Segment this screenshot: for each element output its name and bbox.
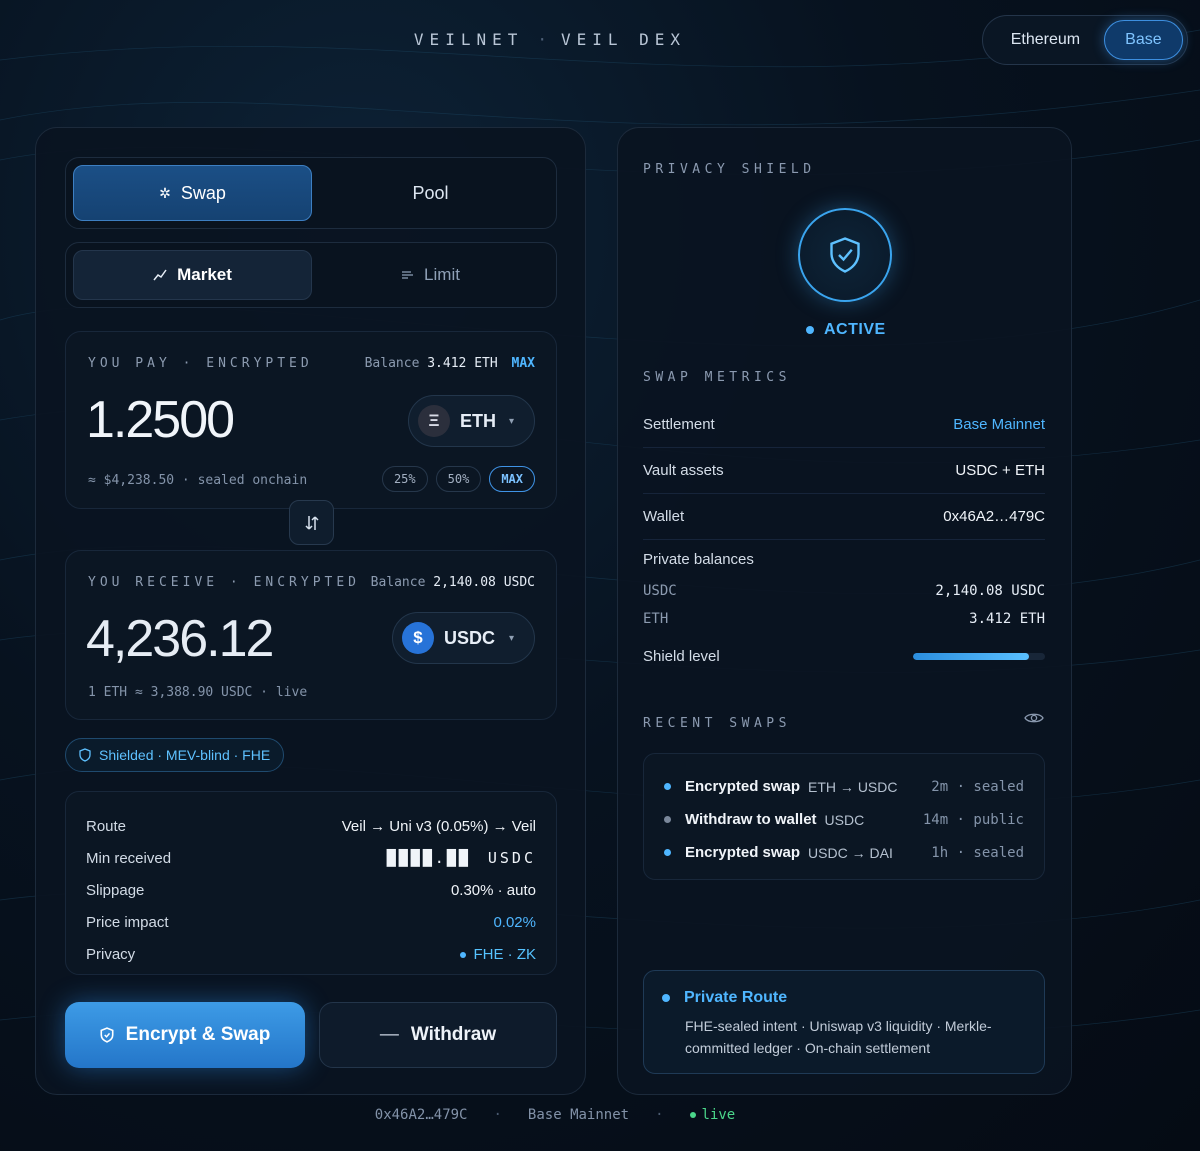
brand-product: VEIL DEX (561, 30, 687, 49)
chevron-down-icon: ▾ (508, 632, 514, 644)
network-switcher: Ethereum Base (982, 15, 1188, 65)
percent-buttons: 25% 50% MAX (381, 466, 535, 492)
recent-swaps-list: Encrypted swap ETH → USDC 2m · sealed Wi… (643, 753, 1045, 880)
status-dot (662, 994, 670, 1002)
list-item[interactable]: Encrypted swap ETH → USDC 2m · sealed (664, 770, 1024, 803)
withdraw-button[interactable]: — Withdraw (319, 1002, 557, 1068)
pay-balance: Balance 3.412 ETH MAX (364, 356, 535, 371)
recent-swaps-title: RECENT SWAPS (643, 716, 791, 731)
footer-network: Base Mainnet (527, 1107, 630, 1123)
list-icon (402, 271, 414, 279)
status-footer: 0x46A2…479C · Base Mainnet · live (374, 1107, 736, 1123)
status-dot (806, 326, 814, 334)
status-dot (664, 849, 671, 856)
pay-max-link[interactable]: MAX (512, 356, 535, 371)
shield-icon (100, 1027, 114, 1043)
trend-icon (153, 269, 167, 281)
footer-live-status: live (689, 1107, 735, 1123)
usdc-icon: $ (402, 622, 434, 654)
receive-token-select[interactable]: $ USDC ▾ (392, 612, 535, 664)
tab-swap[interactable]: ✲ Swap (73, 165, 312, 221)
metric-settlement: Settlement Base Mainnet (643, 402, 1045, 448)
shield-level-fill (913, 653, 1030, 660)
receive-rate-note: 1 ETH ≈ 3,388.90 USDC · live (88, 685, 308, 700)
live-dot (689, 1112, 696, 1118)
private-route-description: FHE-sealed intent · Uniswap v3 liquidity… (685, 1018, 992, 1056)
receive-box: YOU RECEIVE · ENCRYPTED Balance 2,140.08… (65, 550, 557, 720)
network-ethereum-button[interactable]: Ethereum (987, 20, 1104, 60)
receive-label: YOU RECEIVE · ENCRYPTED (88, 575, 361, 590)
pay-usd-note: ≈ $4,238.50 · sealed onchain (88, 473, 308, 488)
pay-label: YOU PAY · ENCRYPTED (88, 356, 313, 371)
status-dot (459, 951, 466, 958)
status-dot (664, 816, 671, 823)
mode-tabs: ✲ Swap Pool (65, 157, 557, 229)
detail-price-impact: Price impact 0.02% (86, 913, 536, 931)
shield-level-bar (913, 653, 1045, 660)
pay-token-select[interactable]: Ξ ETH ▾ (408, 395, 535, 447)
redacted-value: ████.██ (386, 849, 471, 867)
swap-panel: ✲ Swap Pool Market Limit YOU PAY · ENCRY… (35, 127, 586, 1095)
shield-level: Shield level (643, 648, 1045, 665)
metric-wallet: Wallet 0x46A2…479C (643, 494, 1045, 540)
detail-slippage: Slippage 0.30% · auto (86, 881, 536, 899)
tab-limit[interactable]: Limit (312, 250, 549, 300)
private-balance-eth: ETH 3.412 ETH (643, 611, 1045, 627)
detail-privacy: Privacy FHE · ZK (86, 945, 536, 963)
pay-amount-input[interactable]: 1.2500 (86, 390, 235, 450)
swap-icon: ✲ (159, 184, 171, 201)
network-base-button[interactable]: Base (1103, 20, 1183, 60)
receive-amount: 4,236.12 (86, 610, 274, 668)
brand-name: VEILNET (413, 30, 524, 49)
eth-icon: Ξ (418, 405, 450, 437)
list-item[interactable]: Encrypted swap USDC → DAI 1h · sealed (664, 836, 1024, 869)
private-route-card: Private Route FHE-sealed intent · Uniswa… (643, 970, 1045, 1074)
flip-direction-button[interactable] (289, 500, 334, 545)
pay-box: YOU PAY · ENCRYPTED Balance 3.412 ETH MA… (65, 331, 557, 509)
private-route-title: Private Route (684, 989, 788, 1006)
metric-vault-assets: Vault assets USDC + ETH (643, 448, 1045, 494)
detail-route: Route Veil → Uni v3 (0.05%) → Veil (86, 817, 536, 835)
tab-pool[interactable]: Pool (312, 165, 549, 221)
receive-balance: Balance 2,140.08 USDC (370, 575, 535, 590)
list-item[interactable]: Withdraw to wallet USDC 14m · public (664, 803, 1024, 836)
shield-status: ACTIVE (806, 321, 886, 339)
pct-50-button[interactable]: 50% (435, 466, 482, 492)
swap-details: Route Veil → Uni v3 (0.05%) → Veil Min r… (65, 791, 557, 975)
status-dot (664, 783, 671, 790)
shield-status-tag: Shielded · MEV-blind · FHE (65, 738, 285, 772)
swap-arrows-icon (304, 515, 319, 530)
swap-metrics-title: SWAP METRICS (643, 370, 791, 385)
shield-icon (79, 748, 91, 762)
shield-check-icon (830, 237, 860, 273)
brand-title: VEILNET · VEIL DEX (413, 30, 687, 49)
footer-wallet: 0x46A2…479C (374, 1107, 468, 1123)
eye-icon[interactable] (1024, 711, 1044, 725)
privacy-panel: PRIVACY SHIELD ACTIVE SWAP METRICS Settl… (617, 127, 1072, 1095)
privacy-shield-title: PRIVACY SHIELD (643, 162, 816, 177)
private-balances-title: Private balances (643, 551, 754, 568)
pct-max-button[interactable]: MAX (489, 466, 535, 492)
order-type-tabs: Market Limit (65, 242, 557, 308)
detail-min-received: Min received ████.██ USDC (86, 849, 536, 867)
encrypt-swap-button[interactable]: Encrypt & Swap (65, 1002, 305, 1068)
private-balance-usdc: USDC 2,140.08 USDC (643, 583, 1045, 599)
pct-25-button[interactable]: 25% (381, 466, 428, 492)
minus-icon: — (379, 1024, 399, 1045)
privacy-shield-badge (798, 208, 892, 302)
chevron-down-icon: ▾ (508, 415, 514, 427)
tab-market[interactable]: Market (73, 250, 312, 300)
